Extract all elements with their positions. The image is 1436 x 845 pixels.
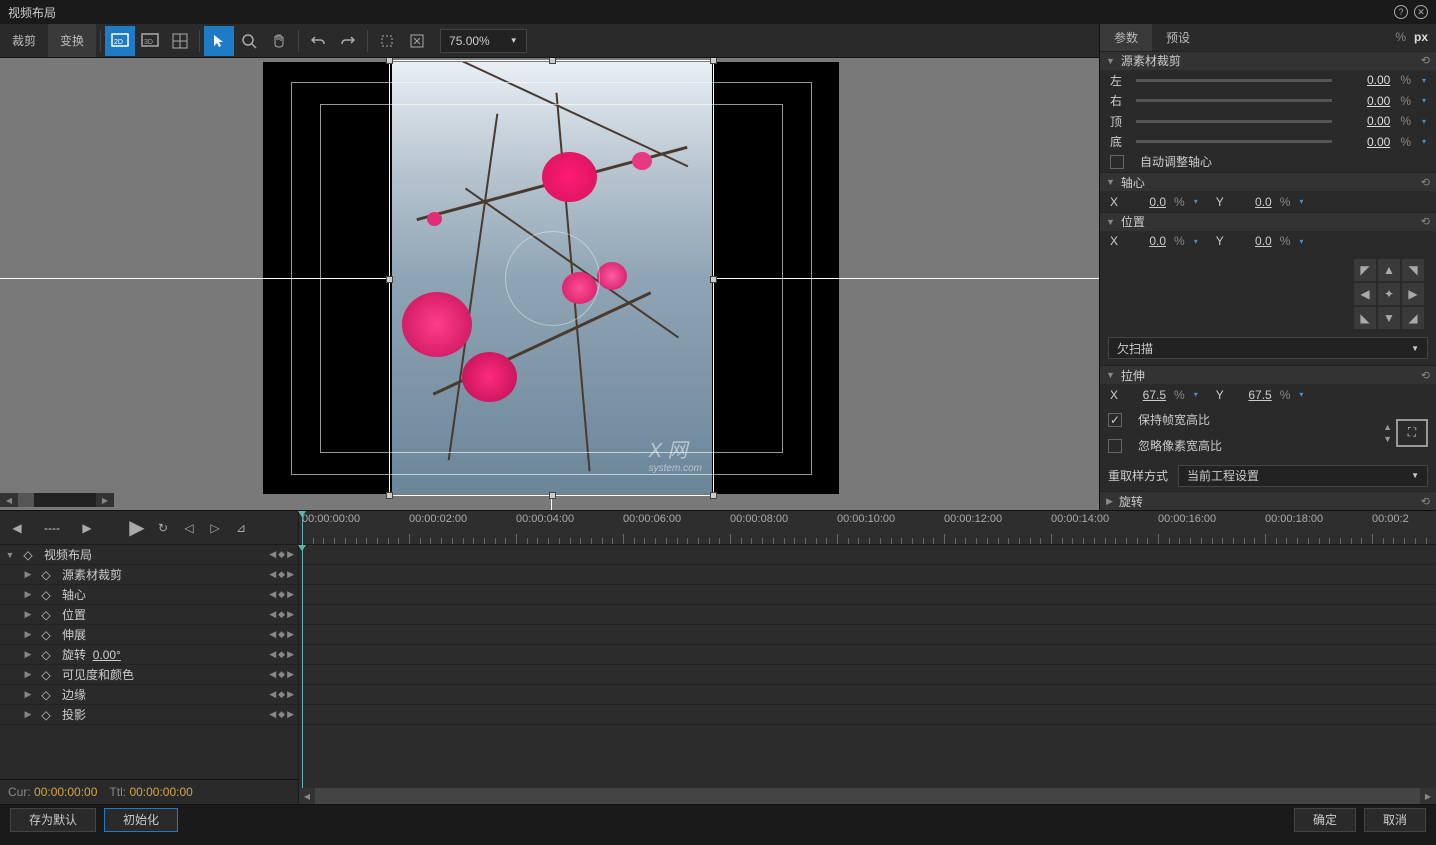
ok-button[interactable]: 确定 xyxy=(1294,808,1356,832)
stretch-x-value[interactable]: 67.5 xyxy=(1124,388,1166,402)
keyframe-icon[interactable]: ◇ xyxy=(40,709,52,721)
tab-preset[interactable]: 预设 xyxy=(1152,24,1204,51)
initialize-button[interactable]: 初始化 xyxy=(104,808,178,832)
keyframe-icon[interactable]: ◇ xyxy=(40,569,52,581)
position-x-value[interactable]: 0.0 xyxy=(1124,234,1166,248)
next-key-icon[interactable]: ▷ xyxy=(204,517,226,539)
save-default-button[interactable]: 存为默认 xyxy=(10,808,96,832)
selection-frame[interactable] xyxy=(389,60,714,496)
tab-crop[interactable]: 裁剪 xyxy=(0,24,48,57)
svg-text:3D: 3D xyxy=(144,39,153,46)
undo-icon[interactable] xyxy=(303,26,333,56)
graph-icon[interactable]: ⊿ xyxy=(230,517,252,539)
checkbox-ignore-pixel-aspect[interactable] xyxy=(1108,439,1122,453)
reset-icon[interactable]: ⟲ xyxy=(1421,176,1430,189)
axis-y-value[interactable]: 0.0 xyxy=(1230,195,1272,209)
keyframe-icon[interactable]: ◇ xyxy=(40,609,52,621)
prev-frame-icon[interactable]: ◀ xyxy=(6,517,28,539)
tab-transform[interactable]: 变换 xyxy=(48,24,96,57)
hscroll-left-icon[interactable]: ◀ xyxy=(0,493,18,507)
grid-icon[interactable] xyxy=(165,26,195,56)
zoom-icon[interactable] xyxy=(234,26,264,56)
keyframe-icon[interactable]: ◇ xyxy=(22,549,34,561)
fit-screen-icon[interactable]: ⛶ xyxy=(1396,419,1428,447)
section-rotate[interactable]: ▶旋转 ⟲ xyxy=(1100,491,1436,510)
keyframe-icon[interactable]: ◇ xyxy=(40,689,52,701)
window-title: 视频布局 xyxy=(8,4,56,21)
redo-icon[interactable] xyxy=(333,26,363,56)
hand-icon[interactable] xyxy=(264,26,294,56)
prev-key-icon[interactable]: ◁ xyxy=(178,517,200,539)
stretch-y-value[interactable]: 67.5 xyxy=(1230,388,1272,402)
keyframe-icon[interactable]: ◇ xyxy=(40,669,52,681)
close-icon[interactable]: ✕ xyxy=(1414,5,1428,19)
pointer-icon[interactable] xyxy=(204,26,234,56)
unit-pixel[interactable]: px xyxy=(1414,30,1428,44)
timeline-scrollbar[interactable]: ◀ ▶ xyxy=(299,788,1436,804)
keyframe-icon[interactable]: ◇ xyxy=(40,649,52,661)
svg-text:2D: 2D xyxy=(114,39,123,46)
axis-x-value[interactable]: 0.0 xyxy=(1124,195,1166,209)
section-position[interactable]: ▼位置 ⟲ xyxy=(1100,212,1436,231)
crop-left-value[interactable]: 0.00 xyxy=(1340,73,1390,87)
resample-select[interactable]: 当前工程设置▼ xyxy=(1178,465,1428,487)
hscroll-track[interactable] xyxy=(18,493,96,507)
position-nav-pad[interactable]: ◤▲◥ ◀✦▶ ◣▼◢ xyxy=(1350,255,1428,333)
reset-icon[interactable]: ⟲ xyxy=(1421,215,1430,228)
reset-icon[interactable]: ⟲ xyxy=(1421,54,1430,67)
mode-2d-icon[interactable]: 2D xyxy=(105,26,135,56)
checkbox-auto-axis[interactable] xyxy=(1110,155,1124,169)
rotate-value[interactable]: 0.00° xyxy=(93,648,121,662)
slider-crop-bottom[interactable] xyxy=(1136,140,1332,143)
ttl-time: 00:00:00:00 xyxy=(129,785,192,799)
track-stretch[interactable]: ▶ ◇ 伸展 ◀◆▶ xyxy=(0,625,298,645)
section-source-crop[interactable]: ▼源素材裁剪 ⟲ xyxy=(1100,51,1436,70)
cur-time: 00:00:00:00 xyxy=(34,785,97,799)
section-axis[interactable]: ▼轴心 ⟲ xyxy=(1100,172,1436,191)
keyframe-icon[interactable]: ◇ xyxy=(40,589,52,601)
loop-icon[interactable]: ↻ xyxy=(152,517,174,539)
help-icon[interactable]: ? xyxy=(1394,5,1408,19)
tab-params[interactable]: 参数 xyxy=(1100,24,1152,51)
play-icon[interactable]: ▶ xyxy=(126,517,148,539)
fit-down-icon[interactable]: ▼ xyxy=(1383,434,1392,444)
checkbox-keep-aspect[interactable]: ✓ xyxy=(1108,413,1122,427)
crop-tool-icon[interactable] xyxy=(372,26,402,56)
track-axis[interactable]: ▶ ◇ 轴心 ◀◆▶ xyxy=(0,585,298,605)
keyframe-icon[interactable]: ◇ xyxy=(40,629,52,641)
slider-crop-top[interactable] xyxy=(1136,120,1332,123)
track-source-crop[interactable]: ▶ ◇ 源素材裁剪 ◀◆▶ xyxy=(0,565,298,585)
timeline-tracks[interactable] xyxy=(299,545,1436,788)
rate-display: ---- xyxy=(32,521,72,535)
next-frame-icon[interactable]: ▶ xyxy=(76,517,98,539)
delete-icon[interactable] xyxy=(402,26,432,56)
reset-icon[interactable]: ⟲ xyxy=(1421,495,1430,508)
canvas-area[interactable]: X 网system.com xyxy=(0,58,1099,510)
zoom-select[interactable]: 75.00% ▼ xyxy=(440,29,527,53)
track-rotate[interactable]: ▶ ◇ 旋转 0.00° ◀◆▶ xyxy=(0,645,298,665)
params-panel: 参数 预设 % px ▼源素材裁剪 ⟲ 左 0.00%▾ 右 0.00%▾ 顶 … xyxy=(1100,24,1436,510)
reset-icon[interactable]: ⟲ xyxy=(1421,369,1430,382)
timeline-ruler[interactable]: 00:00:00:0000:00:02:0000:00:04:0000:00:0… xyxy=(299,511,1436,545)
track-root[interactable]: ▼ ◇ 视频布局 ◀◆▶ xyxy=(0,545,298,565)
slider-crop-right[interactable] xyxy=(1136,99,1332,102)
track-visibility[interactable]: ▶ ◇ 可见度和颜色 ◀◆▶ xyxy=(0,665,298,685)
viewer-toolbar: 裁剪 变换 2D 3D 75.00% ▼ xyxy=(0,24,1099,58)
cancel-button[interactable]: 取消 xyxy=(1364,808,1426,832)
position-y-value[interactable]: 0.0 xyxy=(1230,234,1272,248)
hscroll-right-icon[interactable]: ▶ xyxy=(96,493,114,507)
track-edge[interactable]: ▶ ◇ 边缘 ◀◆▶ xyxy=(0,685,298,705)
slider-crop-left[interactable] xyxy=(1136,79,1332,82)
mode-3d-icon[interactable]: 3D xyxy=(135,26,165,56)
track-shadow[interactable]: ▶ ◇ 投影 ◀◆▶ xyxy=(0,705,298,725)
unit-percent[interactable]: % xyxy=(1395,30,1406,44)
crop-bottom-value[interactable]: 0.00 xyxy=(1340,135,1390,149)
fit-up-icon[interactable]: ▲ xyxy=(1383,422,1392,432)
underscan-select[interactable]: 欠扫描▼ xyxy=(1108,337,1428,359)
section-stretch[interactable]: ▼拉伸 ⟲ xyxy=(1100,365,1436,384)
track-position[interactable]: ▶ ◇ 位置 ◀◆▶ xyxy=(0,605,298,625)
crop-right-value[interactable]: 0.00 xyxy=(1340,94,1390,108)
crop-top-value[interactable]: 0.00 xyxy=(1340,114,1390,128)
